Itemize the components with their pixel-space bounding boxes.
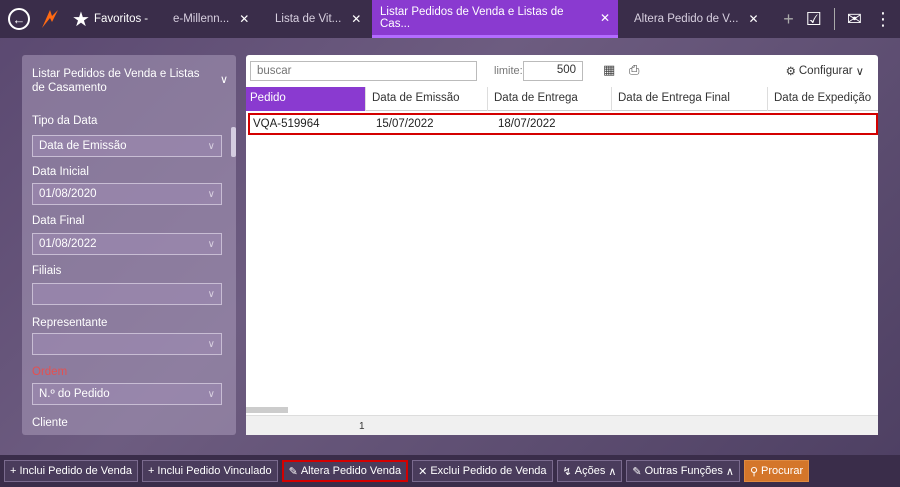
tipo-data-value: Data de Emissão	[39, 140, 127, 152]
representante-label: Representante	[32, 317, 108, 329]
acoes-label: Ações	[574, 465, 606, 477]
filter-panel: Listar Pedidos de Venda e Listas de Casa…	[22, 55, 236, 435]
filiais-select[interactable]: ∨	[32, 283, 222, 305]
chevron-down-icon: ∨	[207, 388, 215, 400]
data-inicial-field[interactable]: 01/08/2020 ∨	[32, 183, 222, 205]
tipo-data-select[interactable]: Data de Emissão ∨	[32, 135, 222, 157]
chevron-down-icon: ∨	[207, 188, 215, 200]
chevron-down-icon: ∨	[855, 66, 864, 78]
acoes-button[interactable]: ↯ Ações ∧	[556, 460, 623, 482]
filter-panel-title: Listar Pedidos de Venda e Listas de Casa…	[32, 68, 200, 94]
close-icon[interactable]: ✕	[600, 11, 610, 25]
column-header-entrega-final[interactable]: Data de Entrega Final	[614, 87, 768, 111]
scrollbar[interactable]	[231, 127, 236, 157]
gear-icon: ⚙	[785, 66, 796, 78]
tab-label: Listar Pedidos de Venda e Listas de Cas.…	[380, 5, 564, 30]
favorites-dropdown-icon: -	[144, 13, 149, 25]
data-inicial-label: Data Inicial	[32, 166, 89, 178]
orders-grid-panel: limite: 500 ▦ ⎙ ⚙ Configurar ∨ Pedido Da…	[246, 55, 878, 435]
action-toolbar: + Inclui Pedido de Venda + Inclui Pedido…	[0, 455, 900, 487]
column-header-pedido[interactable]: Pedido	[246, 87, 366, 111]
chevron-down-icon[interactable]: ∨	[220, 73, 228, 86]
close-icon[interactable]: ✕	[351, 12, 361, 26]
outras-funcoes-button[interactable]: ✎ Outras Funções ∧	[626, 460, 740, 482]
cell-pedido: VQA-519964	[253, 118, 320, 130]
chevron-down-icon: ∨	[207, 288, 215, 300]
column-header-entrega[interactable]: Data de Entrega	[490, 87, 612, 111]
table-header: Pedido Data de Emissão Data de Entrega D…	[246, 87, 878, 111]
exclui-pedido-button[interactable]: ✕ Exclui Pedido de Venda	[412, 460, 553, 482]
data-final-field[interactable]: 01/08/2022 ∨	[32, 233, 222, 255]
lightning-icon: ↯	[562, 465, 572, 478]
plus-icon: +	[147, 465, 155, 477]
edit-icon: ✎	[288, 465, 298, 478]
top-bar: ← ★ Favoritos - e-Millenn... ✕ Lista de …	[0, 0, 900, 38]
close-icon[interactable]: ✕	[748, 12, 758, 26]
favorites-label: Favoritos	[93, 13, 142, 25]
close-icon[interactable]: ✕	[239, 12, 249, 26]
tab-lista-vitrine[interactable]: Lista de Vit... ✕	[267, 0, 369, 38]
tab-label: Lista de Vit...	[275, 13, 342, 25]
favorites-menu[interactable]: ★ Favoritos -	[72, 7, 148, 32]
chevron-down-icon: ∨	[207, 140, 215, 152]
chevron-up-icon: ∧	[608, 465, 617, 478]
column-header-emissao[interactable]: Data de Emissão	[368, 87, 488, 111]
export-excel-icon[interactable]: ▦	[603, 62, 615, 78]
print-icon[interactable]: ⎙	[629, 62, 639, 78]
star-icon: ★	[72, 8, 90, 31]
representante-select[interactable]: ∨	[32, 333, 222, 355]
inclui-pedido-button[interactable]: + Inclui Pedido de Venda	[4, 460, 138, 482]
limite-label: limite:	[494, 65, 523, 77]
search-icon: ⚲	[749, 465, 759, 478]
inclui-vinculado-label: Inclui Pedido Vinculado	[157, 465, 272, 477]
tab-altera-pedido[interactable]: Altera Pedido de V... ✕	[626, 0, 767, 38]
configure-label: Configurar	[798, 65, 853, 77]
tab-label: Altera Pedido de V...	[634, 13, 739, 25]
chevron-down-icon: ∨	[207, 238, 215, 250]
search-input[interactable]	[250, 61, 477, 81]
horizontal-scrollbar[interactable]	[246, 407, 288, 413]
back-icon[interactable]: ←	[8, 8, 30, 30]
limite-input[interactable]: 500	[523, 61, 583, 81]
altera-pedido-label: Altera Pedido Venda	[300, 465, 402, 477]
cliente-label: Cliente	[32, 417, 68, 429]
cell-emissao: 15/07/2022	[376, 118, 434, 130]
procurar-label: Procurar	[761, 465, 804, 477]
outras-funcoes-label: Outras Funções	[644, 465, 723, 477]
page-number[interactable]: 1	[359, 421, 365, 432]
column-header-expedicao[interactable]: Data de Expedição	[770, 87, 878, 111]
chevron-up-icon: ∧	[725, 465, 734, 478]
configure-button[interactable]: ⚙ Configurar ∨	[786, 64, 864, 78]
close-icon: ✕	[418, 465, 428, 478]
tipo-data-label: Tipo da Data	[32, 115, 98, 127]
inclui-pedido-label: Inclui Pedido de Venda	[19, 465, 132, 477]
ordem-label: Ordem	[32, 366, 68, 378]
edit-icon: ✎	[632, 465, 642, 478]
table-row[interactable]: VQA-519964 15/07/2022 18/07/2022	[248, 113, 878, 135]
filiais-label: Filiais	[32, 265, 62, 277]
data-final-value: 01/08/2022	[39, 238, 97, 250]
chat-icon[interactable]: ✉	[847, 9, 862, 30]
tab-label: e-Millenn...	[173, 13, 230, 25]
topbar-actions: + ☑ ✉ ⋮	[783, 0, 892, 38]
grid-footer: 1	[246, 415, 878, 435]
ordem-select[interactable]: N.º do Pedido ∨	[32, 383, 222, 405]
divider	[833, 8, 835, 30]
data-final-label: Data Final	[32, 215, 85, 227]
chevron-down-icon: ∨	[207, 338, 215, 350]
procurar-button[interactable]: ⚲ Procurar	[743, 460, 810, 482]
clipboard-icon[interactable]: ☑	[806, 9, 822, 30]
more-menu-icon[interactable]: ⋮	[874, 9, 892, 30]
altera-pedido-button[interactable]: ✎ Altera Pedido Venda	[281, 460, 409, 482]
plus-icon: +	[10, 465, 17, 477]
app-logo-icon	[42, 10, 58, 28]
cell-entrega: 18/07/2022	[498, 118, 556, 130]
data-inicial-value: 01/08/2020	[39, 188, 97, 200]
ordem-value: N.º do Pedido	[39, 388, 110, 400]
tab-listar-pedidos[interactable]: Listar Pedidos de Venda e Listas de Cas.…	[372, 0, 618, 38]
tab-emillennium[interactable]: e-Millenn... ✕	[165, 0, 257, 38]
inclui-vinculado-button[interactable]: + Inclui Pedido Vinculado	[141, 460, 278, 482]
add-tab-icon[interactable]: +	[783, 9, 794, 30]
exclui-pedido-label: Exclui Pedido de Venda	[430, 465, 547, 477]
